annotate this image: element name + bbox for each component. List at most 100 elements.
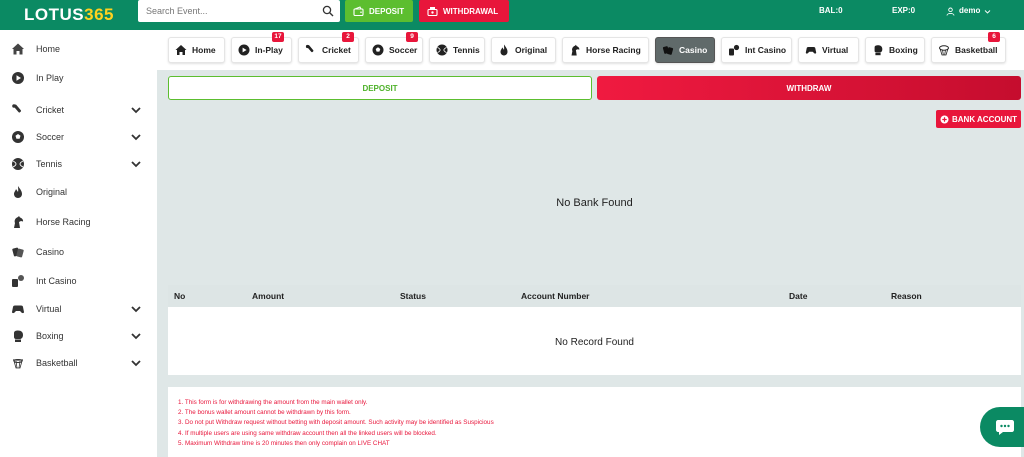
- user-icon: [946, 7, 955, 16]
- tab-basketball[interactable]: Basketball 6: [931, 32, 1006, 63]
- tab-virtual[interactable]: Virtual: [798, 37, 859, 63]
- gamepad-icon: [12, 305, 24, 314]
- column-header-amount: Amount: [252, 291, 285, 301]
- deposit-tab-button[interactable]: DEPOSIT: [168, 76, 592, 100]
- chevron-down-icon: [985, 9, 991, 14]
- int-casino-icon: [12, 275, 24, 287]
- username-label: demo: [959, 6, 981, 15]
- no-record-message: No Record Found: [555, 337, 634, 348]
- sidebar-item-horse-racing[interactable]: Horse Racing: [0, 210, 157, 234]
- live-chat-button[interactable]: [980, 407, 1024, 447]
- casino-icon: [662, 46, 674, 55]
- tab-casino[interactable]: Casino: [655, 37, 715, 63]
- sidebar-item-soccer[interactable]: Soccer: [0, 125, 157, 149]
- int-casino-icon: [729, 44, 740, 56]
- tab-boxing[interactable]: Boxing: [865, 37, 925, 63]
- sidebar-item-label: Casino: [36, 247, 65, 257]
- flame-icon: [500, 44, 508, 56]
- tab-label: Basketball: [955, 45, 998, 55]
- tab-label: Horse Racing: [586, 45, 641, 55]
- sports-tab-bar: Home In-Play 17 Cricket 2 Soccer 9 Tenni…: [157, 30, 1024, 70]
- tab-soccer[interactable]: Soccer 9: [365, 32, 423, 63]
- withdraw-icon: [427, 6, 438, 16]
- sidebar-item-label: Tennis: [36, 159, 63, 169]
- search-input[interactable]: [138, 1, 314, 21]
- cricket-icon: [305, 44, 314, 53]
- sidebar-item-label: Virtual: [36, 304, 62, 314]
- exposure-text[interactable]: EXP:0: [892, 0, 915, 22]
- sidebar-item-in-play[interactable]: In Play: [0, 66, 157, 90]
- count-badge: 2: [342, 32, 354, 42]
- column-header-status: Status: [400, 291, 426, 301]
- column-header-no: No: [174, 291, 186, 301]
- casino-icon: [12, 247, 24, 258]
- home-icon: [175, 45, 187, 55]
- note-line: 4. If multiple users are using same with…: [178, 429, 437, 437]
- tab-label: Soccer: [389, 45, 418, 55]
- sidebar-item-home[interactable]: Home: [0, 37, 157, 61]
- tennis-icon: [12, 158, 24, 170]
- tab-cricket[interactable]: Cricket 2: [298, 32, 359, 63]
- sidebar-item-virtual[interactable]: Virtual: [0, 297, 157, 321]
- chevron-down-icon[interactable]: [131, 331, 141, 341]
- sidebar-item-label: Cricket: [36, 105, 65, 115]
- home-icon: [12, 43, 24, 55]
- chevron-down-icon[interactable]: [131, 105, 141, 115]
- chat-bubble-icon: [996, 420, 1014, 435]
- note-line: 5. Maximum Withdraw time is 20 minutes t…: [178, 439, 390, 447]
- balance-text: BAL:0: [819, 6, 843, 15]
- tab-horse-racing[interactable]: Horse Racing: [562, 37, 649, 63]
- tab-home[interactable]: Home: [168, 37, 225, 63]
- chevron-down-icon[interactable]: [131, 304, 141, 314]
- soccer-icon: [12, 131, 24, 143]
- tab-label: Boxing: [889, 45, 918, 55]
- boxing-icon: [14, 330, 23, 342]
- sidebar-item-tennis[interactable]: Tennis: [0, 152, 157, 176]
- note-line: 3. Do not put Withdraw request without b…: [178, 419, 494, 427]
- note-line: 2. The bonus wallet amount cannot be wit…: [178, 409, 351, 417]
- bank-account-label: BANK ACCOUNT: [951, 114, 1018, 124]
- user-menu[interactable]: demo: [946, 0, 991, 22]
- tab-label: Casino: [679, 45, 708, 55]
- withdraw-notes: 1. This form is for withdrawing the amou…: [168, 387, 1021, 457]
- withdraw-tab-button[interactable]: WITHDRAW: [597, 76, 1021, 100]
- table-body: No Record Found: [168, 307, 1021, 375]
- sidebar-item-int-casino[interactable]: Int Casino: [0, 269, 157, 293]
- site-logo[interactable]: LOTUS365: [24, 0, 114, 30]
- tab-tennis[interactable]: Tennis: [429, 37, 485, 63]
- cricket-icon: [12, 104, 22, 113]
- sidebar-item-cricket[interactable]: Cricket: [0, 98, 157, 122]
- sidebar-item-boxing[interactable]: Boxing: [0, 324, 157, 348]
- tab-int-casino[interactable]: Int Casino: [721, 37, 792, 63]
- sidebar-item-casino[interactable]: Casino: [0, 240, 157, 264]
- note-line: 1. This form is for withdrawing the amou…: [178, 399, 368, 406]
- basketball-icon: [13, 359, 23, 369]
- sidebar-item-label: Boxing: [36, 331, 64, 341]
- header-deposit-button[interactable]: DEPOSIT: [345, 0, 413, 22]
- tab-label: Home: [192, 45, 216, 55]
- add-bank-account-button[interactable]: BANK ACCOUNT: [936, 110, 1021, 128]
- soccer-icon: [372, 44, 384, 56]
- horse-icon: [14, 216, 24, 228]
- header-withdrawal-button[interactable]: WITHDRAWAL: [419, 0, 509, 22]
- count-badge: 6: [988, 32, 1000, 42]
- count-badge: 9: [406, 32, 418, 42]
- sidebar-item-basketball[interactable]: Basketball: [0, 351, 157, 375]
- header-withdrawal-label: WITHDRAWAL: [443, 6, 499, 16]
- sidebar-item-label: Original: [36, 187, 68, 197]
- tab-label: Int Casino: [745, 45, 787, 55]
- wallet-icon: [353, 5, 364, 16]
- boxing-icon: [874, 45, 883, 56]
- tab-label: Tennis: [453, 45, 480, 55]
- chevron-down-icon[interactable]: [131, 159, 141, 169]
- play-icon: [238, 44, 250, 56]
- header-deposit-label: DEPOSIT: [369, 6, 405, 16]
- tab-label: Original: [515, 45, 548, 55]
- tab-original[interactable]: Original: [491, 37, 556, 63]
- chevron-down-icon[interactable]: [131, 358, 141, 368]
- chevron-down-icon[interactable]: [131, 132, 141, 142]
- column-header-account-number: Account Number: [521, 291, 590, 301]
- tab-in-play[interactable]: In-Play 17: [231, 32, 292, 63]
- sidebar-item-original[interactable]: Original: [0, 180, 157, 204]
- search-icon[interactable]: [322, 5, 334, 17]
